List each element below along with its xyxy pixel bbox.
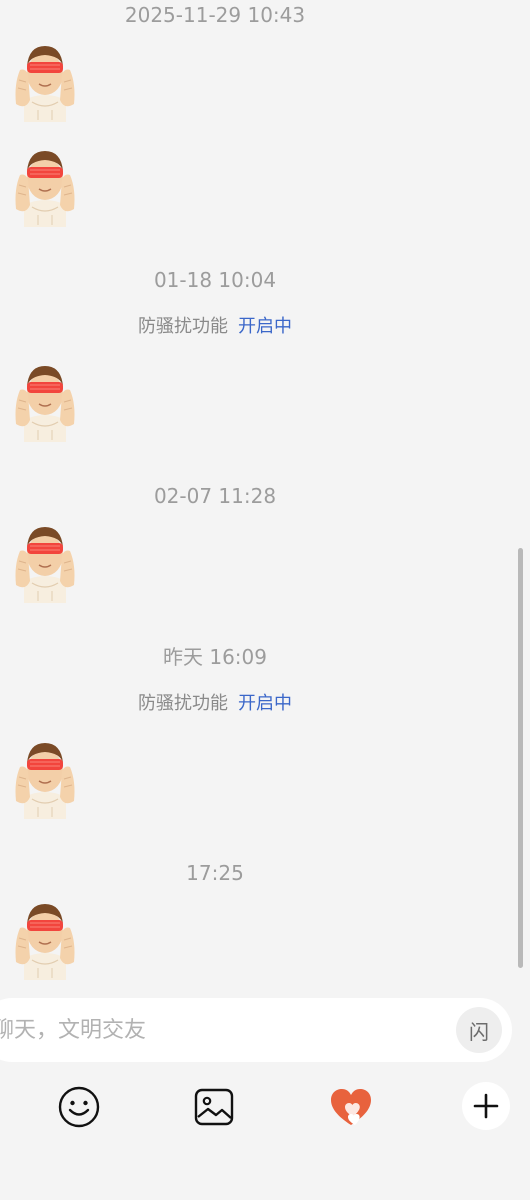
smile-icon[interactable] [56,1084,102,1130]
timestamp: 01-18 10:04 [153,268,277,292]
notice-label: 防骚扰功能 [138,693,228,714]
flash-button[interactable]: 闪 [456,1007,502,1053]
plus-button[interactable] [462,1082,510,1130]
hands-covering-eyes-sticker[interactable] [12,737,78,819]
input-area: 闪 [0,986,530,1066]
anti-harassment-notice: 防骚扰功能 开启中 [0,314,430,340]
image-icon[interactable] [191,1084,237,1130]
hands-covering-eyes-sticker[interactable] [12,40,78,122]
hands-covering-eyes-sticker[interactable] [12,360,78,442]
timestamp: 2025-11-29 10:43 [124,3,306,27]
plus-icon [473,1093,499,1119]
message-input-container: 闪 [0,998,512,1062]
hands-covering-eyes-sticker[interactable] [12,898,78,980]
timestamp: 17:25 [186,861,244,885]
notice-status-link[interactable]: 开启中 [238,316,292,337]
timestamp: 昨天 16:09 [163,645,267,669]
scrollbar[interactable] [518,548,523,968]
hands-covering-eyes-sticker[interactable] [12,521,78,603]
message-input[interactable] [0,998,440,1062]
notice-status-link[interactable]: 开启中 [238,693,292,714]
heart-icon[interactable] [327,1084,375,1132]
notice-label: 防骚扰功能 [138,316,228,337]
chat-message-area: 2025-11-29 10:43 01-18 10:04 防骚扰功能 开启中 02… [0,0,530,990]
anti-harassment-notice: 防骚扰功能 开启中 [0,691,430,717]
timestamp: 02-07 11:28 [153,484,277,508]
input-toolbar [0,1066,530,1200]
hands-covering-eyes-sticker[interactable] [12,145,78,227]
